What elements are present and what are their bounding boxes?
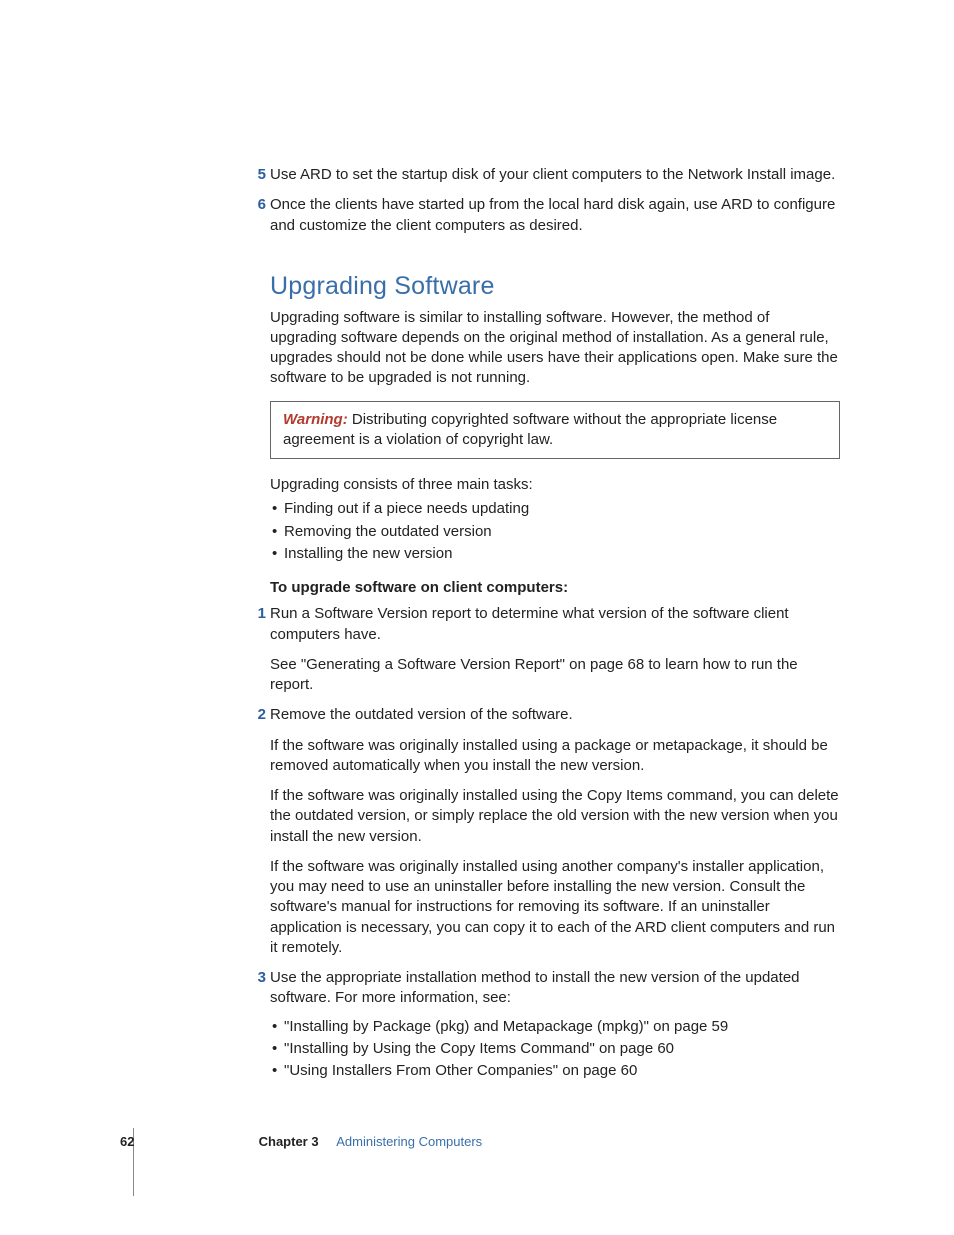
step-sub: If the software was originally installed… <box>270 857 840 958</box>
step-text: Use the appropriate installation method … <box>270 968 840 1009</box>
step-sub: See "Generating a Software Version Repor… <box>270 655 840 696</box>
step-number: 5 <box>248 165 266 185</box>
step-bullets: "Installing by Package (pkg) and Metapac… <box>270 1017 840 1082</box>
xref-item: "Using Installers From Other Companies" … <box>270 1061 840 1081</box>
task-item: Installing the new version <box>270 544 840 564</box>
warning-box: Warning: Distributing copyrighted softwa… <box>270 401 840 460</box>
page-content: 5 Use ARD to set the startup disk of you… <box>270 165 840 1095</box>
warning-text: Distributing copyrighted software withou… <box>283 411 777 448</box>
step-sub: If the software was originally installed… <box>270 736 840 777</box>
chapter-title: Administering Computers <box>336 1134 482 1149</box>
intro-paragraph: Upgrading software is similar to install… <box>270 308 840 389</box>
xref-item: "Installing by Package (pkg) and Metapac… <box>270 1017 840 1037</box>
procedure-heading: To upgrade software on client computers: <box>270 578 840 598</box>
step-number: 2 <box>248 705 266 725</box>
warning-label: Warning: <box>283 411 348 428</box>
step-text: Run a Software Version report to determi… <box>270 604 840 645</box>
step-1: 1 Run a Software Version report to deter… <box>270 604 840 695</box>
prior-step-6: 6 Once the clients have started up from … <box>270 195 840 236</box>
step-2: 2 Remove the outdated version of the sof… <box>270 705 840 958</box>
step-sub: If the software was originally installed… <box>270 786 840 847</box>
task-item: Removing the outdated version <box>270 522 840 542</box>
chapter-label: Chapter 3 <box>259 1134 319 1149</box>
step-3: 3 Use the appropriate installation metho… <box>270 968 840 1081</box>
task-item: Finding out if a piece needs updating <box>270 499 840 519</box>
page-number: 62 <box>120 1133 255 1151</box>
step-number: 6 <box>248 195 266 215</box>
step-number: 3 <box>248 968 266 988</box>
tasks-lead: Upgrading consists of three main tasks: <box>270 475 840 495</box>
step-text: Use ARD to set the startup disk of your … <box>270 166 835 183</box>
step-text: Once the clients have started up from th… <box>270 196 835 233</box>
xref-item: "Installing by Using the Copy Items Comm… <box>270 1039 840 1059</box>
page-footer: 62 Chapter 3 Administering Computers <box>120 1133 840 1151</box>
step-text: Remove the outdated version of the softw… <box>270 705 840 725</box>
section-heading: Upgrading Software <box>270 270 840 304</box>
tasks-list: Finding out if a piece needs updating Re… <box>270 499 840 564</box>
step-number: 1 <box>248 604 266 624</box>
prior-step-5: 5 Use ARD to set the startup disk of you… <box>270 165 840 185</box>
